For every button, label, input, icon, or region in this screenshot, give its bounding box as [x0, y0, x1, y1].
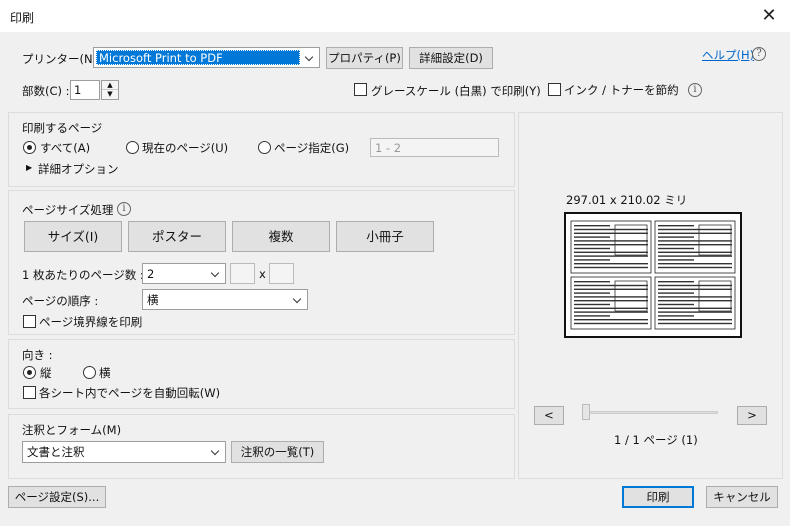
- multiple-button[interactable]: 複数: [232, 221, 330, 252]
- page-slider-thumb[interactable]: [582, 404, 590, 420]
- comments-select[interactable]: 文書と注釈: [22, 441, 226, 463]
- page-indicator: 1 / 1 ページ (1): [614, 433, 698, 447]
- pages-all-radio[interactable]: [23, 141, 36, 154]
- landscape-radio[interactable]: [83, 366, 96, 379]
- help-link[interactable]: ヘルプ(H): [702, 47, 754, 63]
- print-borders-label: ページ境界線を印刷: [39, 315, 143, 329]
- comments-heading: 注釈とフォーム(M): [22, 423, 122, 437]
- chevron-down-icon: [208, 264, 225, 283]
- page-sizing-heading: ページサイズ処理: [22, 203, 114, 217]
- pages-per-sheet-label: 1 枚あたりのページ数 :: [22, 268, 144, 282]
- pages-heading: 印刷するページ: [22, 121, 103, 135]
- size-button[interactable]: サイズ(I): [24, 221, 122, 252]
- summarize-comments-button[interactable]: 注釈の一覧(T): [231, 441, 324, 463]
- stepper-down-icon[interactable]: ▼: [102, 90, 118, 99]
- copies-label: 部数(C) :: [22, 84, 70, 98]
- grayscale-label: グレースケール (白黒) で印刷(Y): [371, 84, 541, 98]
- portrait-label: 縦: [40, 366, 52, 380]
- page-sizing-info-icon[interactable]: i: [117, 202, 131, 216]
- preview-page-thumbnail: [654, 220, 736, 274]
- pages-range-label: ページ指定(G): [274, 141, 350, 155]
- previous-page-button[interactable]: <: [534, 406, 564, 425]
- chevron-down-icon: [290, 290, 307, 309]
- custom-columns-input[interactable]: [230, 263, 255, 284]
- next-page-button[interactable]: >: [737, 406, 767, 425]
- auto-rotate-checkbox[interactable]: [23, 386, 36, 399]
- close-icon[interactable]: ✕: [756, 3, 782, 29]
- preview-thumbnails: [570, 220, 736, 330]
- info-icon[interactable]: i: [688, 83, 702, 97]
- printer-select[interactable]: Microsoft Print to PDF: [93, 47, 320, 68]
- page-order-value: 横: [147, 292, 159, 307]
- pages-range-radio[interactable]: [258, 141, 271, 154]
- cancel-button[interactable]: キャンセル: [706, 486, 778, 508]
- portrait-radio[interactable]: [23, 366, 36, 379]
- properties-button[interactable]: プロパティ(P): [326, 47, 403, 69]
- print-borders-checkbox[interactable]: [23, 315, 36, 328]
- save-ink-checkbox[interactable]: [548, 83, 561, 96]
- print-button[interactable]: 印刷: [622, 486, 694, 508]
- times-symbol: x: [259, 267, 266, 281]
- help-info-icon[interactable]: ?: [752, 47, 766, 61]
- grayscale-checkbox[interactable]: [354, 83, 367, 96]
- stepper-up-icon[interactable]: ▲: [102, 81, 118, 90]
- pages-per-sheet-value: 2: [147, 266, 155, 281]
- page-slider-track[interactable]: [582, 411, 718, 414]
- orientation-heading: 向き :: [22, 348, 53, 362]
- booklet-button[interactable]: 小冊子: [336, 221, 434, 252]
- page-setup-button[interactable]: ページ設定(S)...: [8, 486, 106, 508]
- pages-per-sheet-select[interactable]: 2: [142, 263, 226, 284]
- copies-input[interactable]: 1: [70, 80, 100, 100]
- pages-current-label: 現在のページ(U): [142, 141, 229, 155]
- copies-stepper[interactable]: ▲ ▼: [101, 80, 119, 100]
- chevron-down-icon: [208, 442, 225, 462]
- printer-select-value: Microsoft Print to PDF: [99, 50, 223, 65]
- pages-range-input[interactable]: 1 - 2: [370, 138, 499, 157]
- chevron-down-icon: [302, 48, 319, 67]
- more-options-toggle[interactable]: 詳細オプション: [38, 161, 119, 177]
- dialog-title: 印刷: [10, 11, 35, 25]
- pages-all-label: すべて(A): [40, 141, 91, 155]
- page-order-label: ページの順序 :: [22, 294, 99, 308]
- preview-sheet: [564, 212, 742, 338]
- custom-rows-input[interactable]: [269, 263, 294, 284]
- poster-button[interactable]: ポスター: [128, 221, 226, 252]
- pages-current-radio[interactable]: [126, 141, 139, 154]
- title-bar: [0, 0, 790, 32]
- comments-value: 文書と注釈: [27, 445, 85, 459]
- copies-value: 1: [74, 83, 82, 97]
- expand-triangle-icon[interactable]: ▶: [26, 163, 32, 172]
- auto-rotate-label: 各シート内でページを自動回転(W): [39, 386, 221, 400]
- preview-size-text: 297.01 x 210.02 ミリ: [566, 193, 688, 207]
- save-ink-label: インク / トナーを節約: [564, 83, 679, 97]
- advanced-button[interactable]: 詳細設定(D): [409, 47, 493, 69]
- landscape-label: 横: [99, 366, 111, 380]
- pages-range-placeholder: 1 - 2: [375, 141, 402, 155]
- page-order-select[interactable]: 横: [142, 289, 308, 310]
- preview-page-thumbnail: [654, 276, 736, 330]
- preview-page-thumbnail: [570, 276, 652, 330]
- preview-page-thumbnail: [570, 220, 652, 274]
